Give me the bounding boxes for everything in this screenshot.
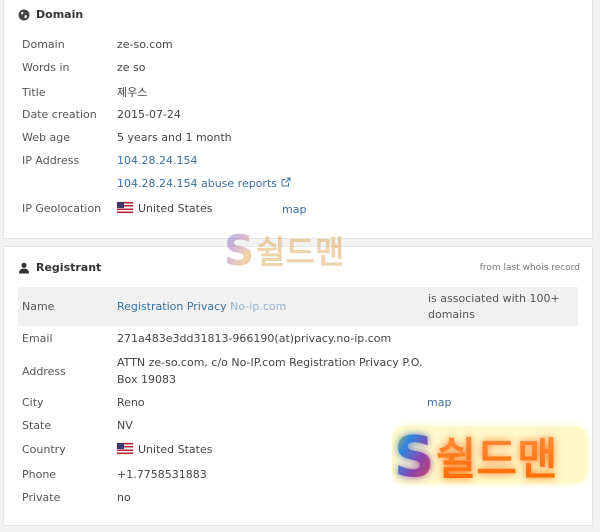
row-label: Words in (22, 61, 70, 74)
row-label: Address (22, 364, 66, 378)
domain-value: ze-so.com (117, 38, 173, 51)
words-in-row: Words in ze so (22, 61, 576, 74)
row-label: Country (22, 443, 66, 456)
row-label: IP Address (22, 154, 80, 167)
date-creation-value: 2015-07-24 (117, 108, 181, 121)
abuse-reports-label: 104.28.24.154 abuse reports (117, 177, 277, 190)
city-row: City Reno (22, 396, 576, 409)
abuse-reports-row: 104.28.24.154 abuse reports (22, 177, 576, 190)
row-label: Phone (22, 468, 57, 481)
private-value: no (117, 491, 131, 504)
address-value: ATTN ze-so.com, c/o No-IP.com Registrati… (117, 354, 422, 388)
title-value: 제우스 (117, 86, 148, 99)
date-creation-row: Date creation 2015-07-24 (22, 108, 576, 121)
registrant-org: No-ip.com (230, 300, 287, 313)
country-name: United States (138, 202, 213, 215)
email-value: 271a483e3dd31813-966190(at)privacy.no-ip… (117, 332, 392, 345)
user-icon (19, 262, 29, 273)
registrant-panel-title: Registrant (36, 261, 102, 274)
registrant-panel: Registrant from last whois record Name R… (3, 246, 593, 526)
us-flag-icon (117, 202, 133, 213)
row-label: Domain (22, 38, 65, 51)
row-label: Email (22, 332, 53, 345)
address-row: Address ATTN ze-so.com, c/o No-IP.com Re… (22, 354, 576, 388)
row-label: IP Geolocation (22, 202, 102, 215)
web-age-value: 5 years and 1 month (117, 131, 232, 144)
country-name: United States (138, 443, 213, 456)
title-row: Title 제우스 (22, 84, 576, 100)
ip-geolocation-value: United States (117, 202, 213, 215)
row-label: City (22, 396, 44, 409)
row-label: Name (22, 300, 55, 313)
state-row: State NV (22, 419, 576, 432)
row-label: State (22, 419, 52, 432)
abuse-reports-link[interactable]: 104.28.24.154 abuse reports (117, 177, 291, 190)
domain-row: Domain ze-so.com (22, 38, 576, 51)
city-value: Reno (117, 396, 145, 409)
email-row: Email 271a483e3dd31813-966190(at)privacy… (22, 332, 576, 345)
registrant-map-link[interactable]: map (427, 396, 451, 409)
us-flag-icon (117, 443, 133, 454)
external-link-icon (281, 177, 291, 187)
private-row: Private no (22, 491, 576, 504)
address-line-1: ATTN ze-so.com, c/o No-IP.com Registrati… (117, 356, 423, 369)
domain-panel: Domain Domain ze-so.com Words in ze so T… (3, 0, 593, 239)
web-age-row: Web age 5 years and 1 month (22, 131, 576, 144)
whois-record-note: from last whois record (479, 263, 580, 273)
registrant-panel-header: Registrant (18, 261, 101, 274)
country-row: Country United States (22, 443, 576, 456)
words-in-value: ze so (117, 61, 146, 74)
phone-row: Phone +1.7758531883 (22, 468, 576, 481)
globe-icon (18, 9, 30, 20)
address-line-2: Box 19083 (117, 373, 176, 386)
association-note[interactable]: is associated with 100+ domains (428, 291, 578, 323)
state-value: NV (117, 419, 133, 432)
row-label: Web age (22, 131, 70, 144)
country-value: United States (117, 443, 213, 456)
ip-address-link[interactable]: 104.28.24.154 (117, 154, 197, 167)
row-label: Private (22, 491, 61, 504)
domain-panel-header: Domain (18, 8, 83, 21)
registrant-name-link[interactable]: Registration Privacy (117, 300, 227, 313)
row-label: Title (22, 85, 46, 99)
geolocation-map-link[interactable]: map (282, 203, 306, 216)
ip-address-row: IP Address 104.28.24.154 (22, 154, 576, 167)
name-value: Registration Privacy No-ip.com (117, 300, 286, 313)
domain-panel-title: Domain (36, 8, 84, 21)
row-label: Date creation (22, 108, 97, 121)
phone-value: +1.7758531883 (117, 468, 207, 481)
